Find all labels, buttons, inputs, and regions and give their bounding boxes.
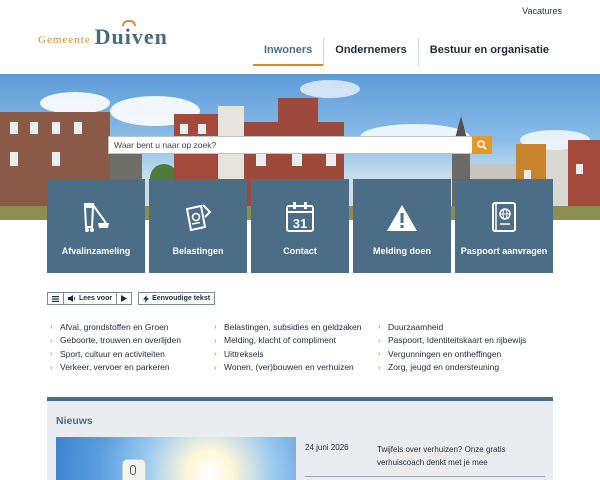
news-image[interactable] <box>56 437 296 480</box>
nav-item-inwoners[interactable]: Inwoners <box>252 38 324 66</box>
topic-link[interactable]: › Duurzaamheid <box>378 320 542 334</box>
warning-icon <box>387 205 417 231</box>
topic-link[interactable]: › Wonen, (ver)bouwen en verhuizen <box>214 361 378 375</box>
logo-name: Duiven <box>95 20 168 50</box>
logo-arc-icon <box>121 20 136 26</box>
search-button[interactable] <box>472 136 492 154</box>
play-button[interactable] <box>116 293 131 304</box>
vacatures-link[interactable]: Vacatures <box>522 6 562 16</box>
news-date: 24 juni 2026 <box>305 443 349 452</box>
chevron-right-icon: › <box>214 322 217 332</box>
chevron-right-icon: › <box>378 349 381 359</box>
chevron-right-icon: › <box>214 349 217 359</box>
tile-label: Afvalinzameling <box>61 246 131 256</box>
tile-paspoort-aanvragen[interactable]: Paspoort aanvragen <box>455 179 553 273</box>
topic-link[interactable]: › Vergunningen en ontheffingen <box>378 347 542 361</box>
chevron-right-icon: › <box>378 335 381 345</box>
news-divider <box>305 476 545 477</box>
chevron-right-icon: › <box>50 349 53 359</box>
menu-icon <box>52 295 59 302</box>
chevron-right-icon: › <box>50 335 53 345</box>
read-aloud-control: Lees voor <box>47 292 133 305</box>
topic-link[interactable]: › Afval, grondstoffen en Groen <box>50 320 214 334</box>
nav-item-ondernemers[interactable]: Ondernemers <box>323 38 418 66</box>
nav-item-bestuur-en-organisatie[interactable]: Bestuur en organisatie <box>417 38 560 66</box>
news-heading: Nieuws <box>56 415 93 427</box>
topic-link[interactable]: › Paspoort, Identiteitskaart en rijbewijs <box>378 334 542 348</box>
calendar-31-icon: 31 <box>286 202 314 232</box>
news-section: Nieuws 24 juni 2026 Twijfels over verhui… <box>47 397 553 480</box>
tile-label: Paspoort aanvragen <box>460 246 548 256</box>
tile-label: Contact <box>283 246 317 256</box>
tile-contact[interactable]: 31 Contact <box>251 179 349 273</box>
accessibility-tools: Lees voor Eenvoudige tekst <box>47 292 216 305</box>
news-item-title[interactable]: Twijfels over verhuizen? Onze gratis ver… <box>377 443 545 469</box>
tile-afvalinzameling[interactable]: Afvalinzameling <box>47 179 145 273</box>
passport-icon <box>492 202 516 232</box>
calendar-day: 31 <box>293 216 307 231</box>
easy-text-label: Eenvoudige tekst <box>152 295 211 302</box>
tile-melding-doen[interactable]: Melding doen <box>353 179 451 273</box>
logo-prefix: Gemeente <box>38 34 91 46</box>
topic-column-1: › Afval, grondstoffen en Groen › Geboorte,… <box>50 320 214 374</box>
topic-link[interactable]: › Geboorte, trouwen en overlijden <box>50 334 214 348</box>
tile-label: Melding doen <box>373 246 431 256</box>
gemeente-duiven-logo[interactable]: Gemeente Duiven <box>38 20 168 50</box>
easy-text-button[interactable]: Eenvoudige tekst <box>138 292 216 305</box>
play-icon <box>121 295 128 302</box>
topic-column-2: › Belastingen, subsidies en geldzaken › Me… <box>214 320 378 374</box>
read-aloud-menu-button[interactable] <box>48 293 63 304</box>
speaker-icon <box>68 295 76 302</box>
search-input[interactable] <box>108 136 472 154</box>
waste-bin-icon <box>83 203 109 232</box>
lightning-icon <box>143 294 150 303</box>
topic-link[interactable]: › Verkeer, vervoer en parkeren <box>50 361 214 375</box>
topic-column-3: › Duurzaamheid › Paspoort, Identiteitskaar… <box>378 320 542 374</box>
topic-link[interactable]: › Zorg, jeugd en ondersteuning <box>378 361 542 375</box>
topic-link[interactable]: › Melding, klacht of compliment <box>214 334 378 348</box>
chevron-right-icon: › <box>378 322 381 332</box>
chevron-right-icon: › <box>378 362 381 372</box>
topic-link[interactable]: › Sport, cultuur en activiteiten <box>50 347 214 361</box>
quick-links-tiles: Afvalinzameling Belastingen 31 Contact M… <box>47 179 553 273</box>
chevron-right-icon: › <box>214 335 217 345</box>
chevron-right-icon: › <box>50 322 53 332</box>
tile-belastingen[interactable]: Belastingen <box>149 179 247 273</box>
topic-link[interactable]: › Belastingen, subsidies en geldzaken <box>214 320 378 334</box>
chevron-right-icon: › <box>50 362 53 372</box>
tax-document-icon <box>185 204 212 232</box>
search-bar <box>108 136 492 154</box>
search-icon <box>477 140 487 150</box>
chevron-right-icon: › <box>214 362 217 372</box>
topic-links: › Afval, grondstoffen en Groen › Geboorte,… <box>50 320 570 374</box>
topic-link[interactable]: › Uittreksels <box>214 347 378 361</box>
read-aloud-label: Lees voor <box>79 295 113 302</box>
tile-label: Belastingen <box>172 246 224 256</box>
main-nav: Inwoners Ondernemers Bestuur en organisa… <box>252 38 560 66</box>
read-aloud-button[interactable]: Lees voor <box>63 293 116 304</box>
